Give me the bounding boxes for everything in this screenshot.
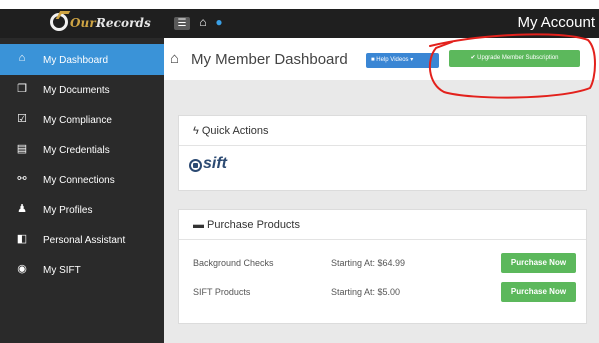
documents-icon: ❐ [17, 83, 27, 95]
purchase-products-title: ▬ Purchase Products [193, 219, 300, 231]
sift-icon: ◉ [17, 263, 27, 275]
sidebar-item-my-credentials[interactable]: ▤ My Credentials [0, 134, 164, 165]
logo-text: OurRecords [70, 16, 151, 30]
my-account-link[interactable]: My Account [517, 14, 595, 31]
page-heading-bar: ⌂ My Member Dashboard ■ Help Videos ▾ ✔ … [164, 38, 599, 80]
assistant-icon: ◧ [16, 233, 28, 245]
sidebar-item-my-compliance[interactable]: ☑ My Compliance [0, 104, 164, 135]
home-icon[interactable]: ⌂ [196, 15, 210, 29]
sidebar-item-label: My Profiles [43, 205, 93, 216]
product-price: Starting At: $5.00 [331, 287, 401, 297]
home-icon: ⌂ [170, 50, 180, 67]
ourrecords-logo[interactable]: OurRecords [44, 9, 159, 38]
sift-logo-text: sift [203, 155, 227, 172]
quick-actions-panel: ϟ Quick Actions sift [178, 115, 587, 191]
sidebar-item-label: My Documents [43, 85, 110, 96]
product-name: SIFT Products [193, 287, 251, 297]
checkbox-icon: ☑ [17, 113, 27, 125]
sidebar-item-my-dashboard[interactable]: ⌂ My Dashboard [0, 44, 164, 75]
sift-logo-button[interactable]: sift [189, 155, 249, 174]
help-videos-button[interactable]: ■ Help Videos ▾ [366, 53, 439, 68]
sidebar-item-label: My SIFT [43, 265, 81, 276]
sidebar-item-label: My Connections [43, 175, 115, 186]
quick-actions-title: ϟ Quick Actions [193, 125, 269, 137]
sidebar-item-label: My Dashboard [43, 55, 109, 66]
sidebar-item-my-connections[interactable]: ⚯ My Connections [0, 164, 164, 195]
sidebar: ⌂ My Dashboard ❐ My Documents ☑ My Compl… [0, 38, 164, 343]
purchase-now-button[interactable]: Purchase Now [501, 253, 576, 273]
menu-toggle-icon[interactable]: ☰ [174, 17, 190, 30]
lock-icon [193, 163, 198, 168]
user-icon[interactable]: ● [213, 15, 225, 29]
product-row: SIFT Products Starting At: $5.00 Purchas… [179, 282, 586, 306]
sidebar-item-label: My Credentials [43, 145, 110, 156]
sidebar-item-my-documents[interactable]: ❐ My Documents [0, 74, 164, 105]
page-title: My Member Dashboard [191, 51, 348, 68]
product-name: Background Checks [193, 258, 274, 268]
sidebar-item-my-profiles[interactable]: ♟ My Profiles [0, 194, 164, 225]
product-row: Background Checks Starting At: $64.99 Pu… [179, 253, 586, 277]
sidebar-item-label: Personal Assistant [43, 235, 126, 246]
file-icon: ▤ [16, 143, 28, 155]
upgrade-subscription-button[interactable]: ✔ Upgrade Member Subscription [449, 50, 580, 67]
main-content: ⌂ My Member Dashboard ■ Help Videos ▾ ✔ … [164, 38, 599, 343]
sidebar-item-label: My Compliance [43, 115, 112, 126]
purchase-products-header: ▬ Purchase Products [179, 210, 586, 240]
product-price: Starting At: $64.99 [331, 258, 406, 268]
sidebar-item-my-sift[interactable]: ◉ My SIFT [0, 254, 164, 285]
link-icon: ⚯ [17, 173, 27, 185]
sidebar-item-personal-assistant[interactable]: ◧ Personal Assistant [0, 224, 164, 255]
purchase-now-button[interactable]: Purchase Now [501, 282, 576, 302]
home-icon: ⌂ [18, 52, 26, 64]
users-icon: ♟ [17, 203, 27, 215]
quick-actions-header: ϟ Quick Actions [179, 116, 586, 146]
purchase-products-panel: ▬ Purchase Products Background Checks St… [178, 209, 587, 324]
